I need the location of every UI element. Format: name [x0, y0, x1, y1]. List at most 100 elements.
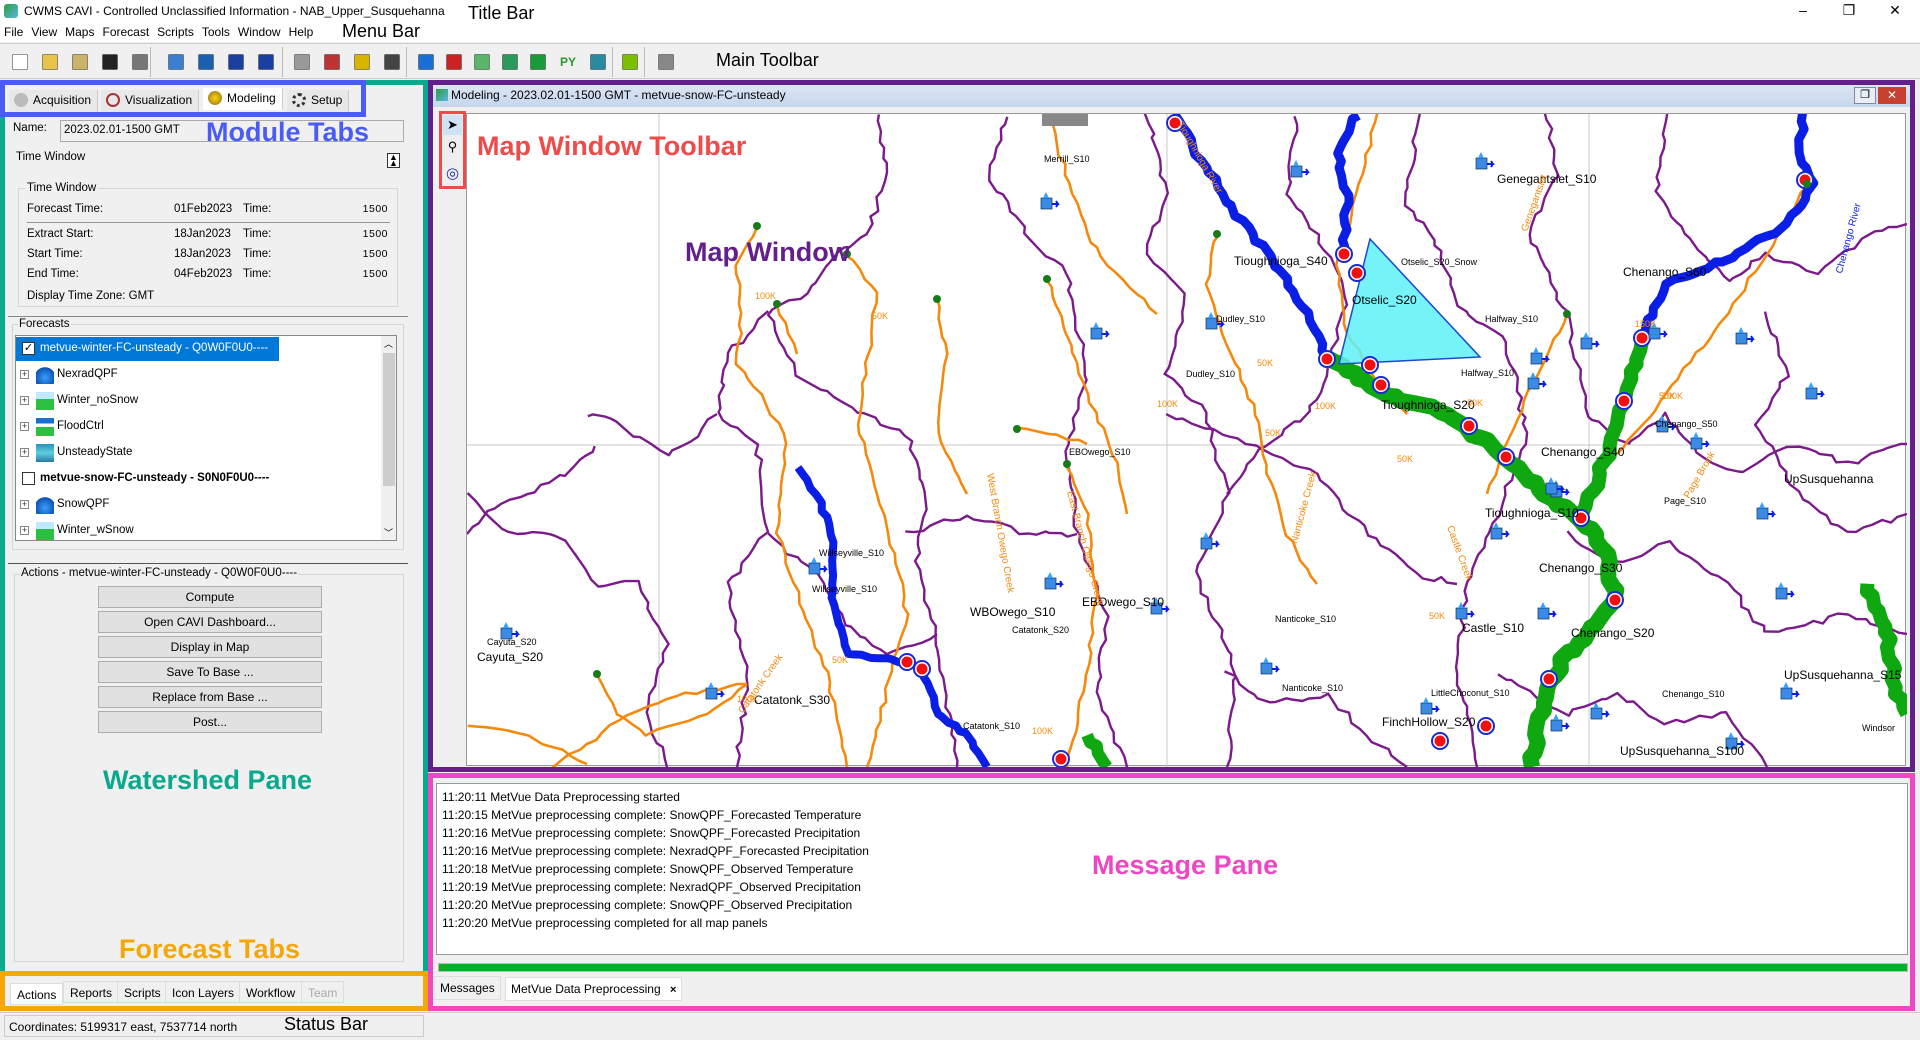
menu-scripts[interactable]: Scripts [153, 22, 198, 39]
gage-icon[interactable] [1550, 714, 1570, 732]
forecast-run-item[interactable]: ✓ metvue-winter-FC-unsteady - Q0W0F0U0---… [16, 337, 279, 361]
forecast-tree[interactable]: ︿ ﹀ ✓ metvue-winter-FC-unsteady - Q0W0F0U… [15, 335, 397, 541]
visualization-icon[interactable] [324, 54, 340, 70]
open-cavi-dashboard-button[interactable]: Open CAVI Dashboard... [98, 611, 322, 633]
menu-view[interactable]: View [27, 22, 61, 39]
gage-icon[interactable] [1775, 582, 1795, 600]
expand-icon[interactable]: + [20, 526, 29, 535]
tab-workflow[interactable]: Workflow [239, 981, 303, 1003]
grid-icon[interactable] [446, 54, 462, 70]
gage-icon[interactable] [1290, 160, 1310, 178]
gage-icon[interactable] [1735, 327, 1755, 345]
expand-icon[interactable]: + [20, 422, 29, 431]
junction-marker[interactable] [1636, 332, 1648, 344]
expand-icon[interactable]: + [20, 448, 29, 457]
time-row-date[interactable]: 04Feb2023 [174, 268, 232, 280]
junction-marker[interactable] [1055, 753, 1067, 765]
menu-file[interactable]: File [0, 22, 27, 39]
gage-icon[interactable] [1545, 477, 1565, 495]
restore-button[interactable]: ❐ [1826, 0, 1872, 22]
menu-tools[interactable]: Tools [198, 22, 234, 39]
gage-icon[interactable] [1044, 572, 1064, 590]
tab-metvue-preprocessing[interactable]: MetVue Data Preprocessing × [505, 977, 683, 1001]
junction-marker[interactable] [916, 663, 928, 675]
hydrograph-icon[interactable] [622, 54, 638, 70]
gage-icon[interactable] [1260, 657, 1280, 675]
junction-marker[interactable] [1364, 359, 1376, 371]
python-icon[interactable]: PY [558, 52, 578, 72]
gage-icon[interactable] [1780, 682, 1800, 700]
setup-gear-icon[interactable] [384, 54, 400, 70]
select-arrow-icon[interactable]: ➤ [443, 115, 462, 135]
hydrograph-tool-icon[interactable]: ◎ [443, 164, 462, 184]
gage-icon[interactable] [1490, 522, 1510, 540]
import-icon[interactable] [72, 54, 88, 70]
menu-help[interactable]: Help [285, 22, 318, 39]
time-row-time[interactable]: 1500 [363, 203, 388, 215]
junction-marker[interactable] [901, 656, 913, 668]
junction-marker[interactable] [1463, 420, 1475, 432]
acquisition-icon[interactable] [294, 54, 310, 70]
tab-modeling[interactable]: Modeling [203, 88, 283, 110]
collapse-button[interactable]: ▲ ▲ [387, 153, 400, 168]
post-button[interactable]: Post... [98, 711, 322, 733]
scrollbar-thumb[interactable] [383, 353, 395, 486]
expand-icon[interactable]: + [20, 500, 29, 509]
scroll-down-icon[interactable]: ﹀ [384, 526, 393, 539]
time-row-date[interactable]: 01Feb2023 [174, 203, 232, 215]
gage-icon[interactable] [1537, 602, 1557, 620]
time-row-time[interactable]: 1500 [363, 248, 388, 260]
expand-icon[interactable]: + [20, 370, 29, 379]
tab-acquisition[interactable]: Acquisition [9, 90, 99, 112]
gage-icon[interactable] [1420, 697, 1440, 715]
save-icon[interactable] [102, 54, 118, 70]
gage-icon[interactable] [1690, 432, 1710, 450]
time-row-date[interactable]: 18Jan2023 [174, 228, 231, 240]
gage-icon[interactable] [1590, 702, 1610, 720]
scroll-up-icon[interactable]: ︿ [384, 337, 393, 350]
replace-from-base-button[interactable]: Replace from Base ... [98, 686, 322, 708]
gage-icon[interactable] [1756, 502, 1776, 520]
gage-icon[interactable] [1530, 347, 1550, 365]
gage-icon[interactable] [1200, 532, 1220, 550]
gage-icon[interactable] [1805, 382, 1825, 400]
junction-marker[interactable] [1480, 720, 1492, 732]
junction-marker[interactable] [1321, 353, 1333, 365]
forecast-manage-icon[interactable] [198, 54, 214, 70]
tab-visualization[interactable]: Visualization [101, 90, 200, 112]
print-icon[interactable] [132, 54, 148, 70]
junction-marker[interactable] [1338, 248, 1350, 260]
tab-scripts[interactable]: Scripts [117, 981, 168, 1003]
junction-marker[interactable] [1543, 673, 1555, 685]
tab-reports[interactable]: Reports [63, 981, 120, 1003]
ressim-icon[interactable] [502, 54, 518, 70]
time-row-time[interactable]: 1500 [363, 268, 388, 280]
map-layers-icon[interactable] [168, 54, 184, 70]
more-arrow-icon[interactable] [658, 54, 674, 70]
gage-icon[interactable] [808, 557, 828, 575]
menu-window[interactable]: Window [234, 22, 285, 39]
junction-marker[interactable] [1351, 267, 1363, 279]
cascade-windows-icon[interactable] [258, 54, 274, 70]
tree-scrollbar[interactable]: ︿ ﹀ [381, 336, 396, 540]
junction-marker[interactable] [1375, 379, 1387, 391]
junction-marker[interactable] [1609, 594, 1621, 606]
ras-icon[interactable] [530, 54, 546, 70]
display-in-map-button[interactable]: Display in Map [98, 636, 322, 658]
save-to-base-button[interactable]: Save To Base ... [98, 661, 322, 683]
map-close-button[interactable]: ✕ [1878, 87, 1906, 104]
zoom-magnifier-icon[interactable]: ⚲ [443, 137, 462, 157]
minimize-button[interactable]: – [1780, 0, 1826, 22]
hms-icon[interactable] [474, 54, 490, 70]
time-row-time[interactable]: 1500 [363, 228, 388, 240]
forecast-checkbox[interactable]: ✓ [22, 342, 35, 355]
map-restore-button[interactable]: ❐ [1854, 87, 1876, 104]
map-svg[interactable]: Genegantslet_S10Tioughnioga_S40Otselic_S… [466, 110, 1914, 814]
tab-actions[interactable]: Actions [10, 983, 64, 1005]
close-tab-icon[interactable]: × [670, 984, 676, 996]
menu-maps[interactable]: Maps [61, 22, 98, 39]
map-canvas[interactable]: Genegantslet_S10 Tioughnioga_S40 Otselic_S… [466, 110, 1914, 814]
close-button[interactable]: ✕ [1872, 0, 1918, 22]
open-folder-icon[interactable] [42, 54, 58, 70]
junction-marker[interactable] [1618, 395, 1630, 407]
